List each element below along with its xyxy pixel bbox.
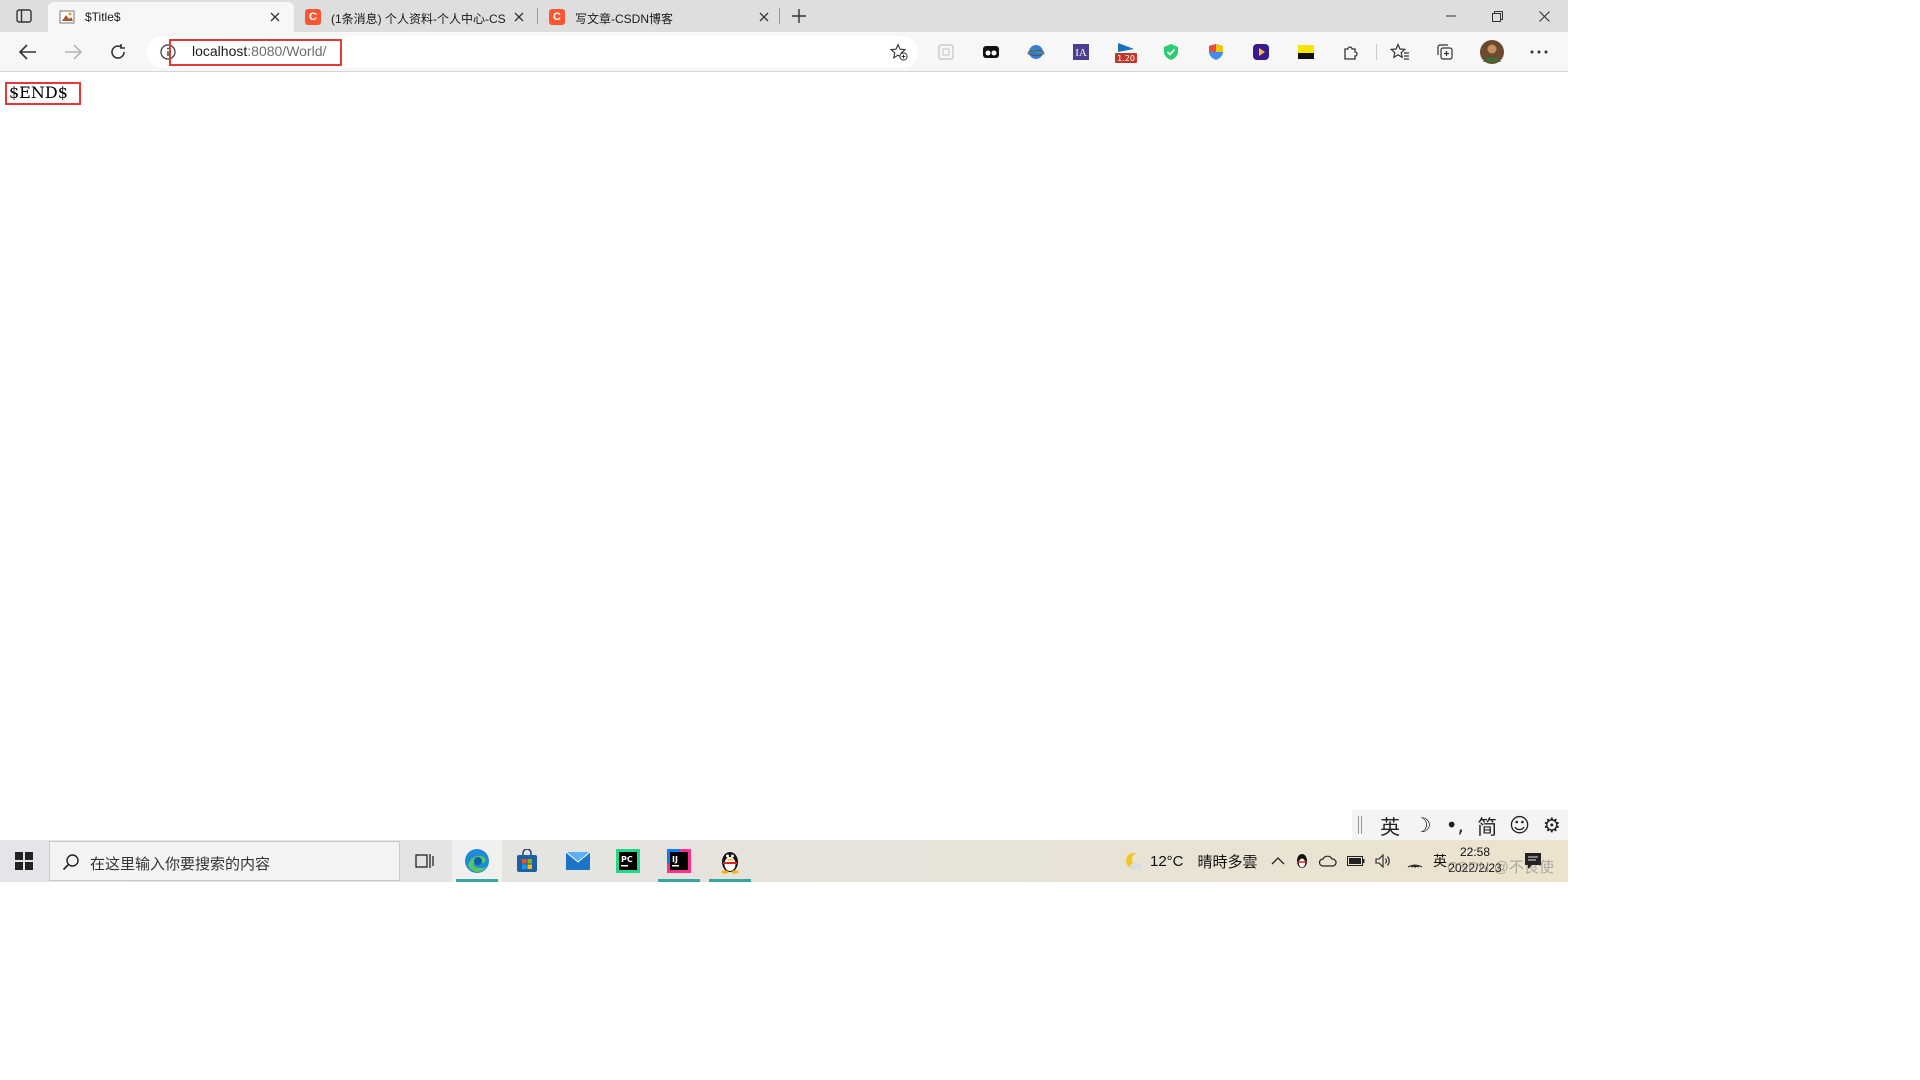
address-bar[interactable]: localhost:8080/World/ <box>147 36 918 68</box>
task-view-button[interactable] <box>400 840 450 882</box>
tab-actions-menu-button[interactable] <box>8 4 40 28</box>
battery-icon[interactable] <box>1347 856 1365 866</box>
taskbar: 在这里输入你要搜索的内容 PC IJ 12°C 晴時多雲 英 22:58 202… <box>0 840 1568 882</box>
close-icon <box>1538 10 1550 22</box>
refresh-icon <box>111 44 125 59</box>
ime-simplified-toggle[interactable]: 简 <box>1471 811 1503 840</box>
extension-colorful-shield-icon[interactable] <box>1206 42 1226 62</box>
qq-tray-icon[interactable] <box>1295 853 1309 869</box>
taskbar-intellij[interactable]: IJ <box>654 840 704 882</box>
close-tab-icon[interactable] <box>511 9 527 25</box>
extension-yellow-block-icon[interactable] <box>1296 42 1316 62</box>
forward-button[interactable] <box>57 36 89 68</box>
mail-icon <box>565 851 591 870</box>
show-hidden-icons-chevron-icon[interactable] <box>1271 856 1285 866</box>
page-content: $END$ <box>0 73 1568 810</box>
pycharm-icon: PC <box>616 849 640 873</box>
close-tab-icon[interactable] <box>756 9 772 25</box>
restore-button[interactable] <box>1474 0 1520 32</box>
notification-center-icon[interactable] <box>1523 851 1543 871</box>
new-tab-button[interactable] <box>786 4 812 28</box>
windows-logo-icon <box>15 852 33 870</box>
task-view-icon <box>415 854 434 868</box>
taskbar-mail[interactable] <box>553 840 603 882</box>
search-icon <box>62 854 79 871</box>
ime-language-toggle[interactable]: 英 <box>1374 811 1406 840</box>
close-tab-icon[interactable] <box>267 9 283 25</box>
ime-settings-icon[interactable]: ⚙ <box>1536 813 1568 837</box>
favorites-icon[interactable] <box>1390 42 1410 62</box>
settings-more-icon[interactable] <box>1529 42 1549 62</box>
text-highlight-box <box>5 82 81 105</box>
restore-icon <box>1491 10 1503 22</box>
extensions-puzzle-icon[interactable] <box>1341 42 1361 62</box>
browser-toolbar: localhost:8080/World/ IA 1.20 <box>0 32 1568 72</box>
weather-description: 晴時多雲 <box>1197 853 1258 871</box>
tab-actions-icon <box>16 9 32 23</box>
minimize-icon <box>1446 15 1456 17</box>
taskbar-qq[interactable] <box>705 840 755 882</box>
taskbar-pycharm[interactable]: PC <box>603 840 653 882</box>
ime-punctuation-icon[interactable]: •, <box>1439 813 1471 837</box>
search-placeholder: 在这里输入你要搜索的内容 <box>90 856 271 873</box>
extension-purple-play-icon[interactable] <box>1251 42 1271 62</box>
extension-globe-icon[interactable] <box>1026 42 1046 62</box>
svg-text:PC: PC <box>621 855 633 864</box>
taskbar-edge[interactable] <box>452 840 502 882</box>
onedrive-cloud-icon[interactable] <box>1319 855 1337 867</box>
back-arrow-icon <box>19 44 36 60</box>
ime-emoji-icon[interactable]: ☺ <box>1503 813 1535 837</box>
tab-label: $Title$ <box>85 10 121 24</box>
start-button[interactable] <box>0 840 48 882</box>
qq-penguin-icon <box>721 852 739 874</box>
csdn-favicon-icon: C <box>549 9 565 25</box>
extension-ia-icon[interactable]: IA <box>1071 42 1091 62</box>
volume-icon[interactable] <box>1375 854 1391 868</box>
taskbar-search-input[interactable]: 在这里输入你要搜索的内容 <box>49 841 400 881</box>
tab-strip: $Title$ C (1条消息) 个人资料-个人中心-CS C 写文章-CSDN… <box>0 0 1568 32</box>
csdn-favicon-icon: C <box>305 9 321 25</box>
add-favorite-icon[interactable] <box>890 43 908 61</box>
weather-temperature: 12°C <box>1150 852 1184 870</box>
weather-widget[interactable]: 12°C 晴時多雲 <box>1122 840 1258 882</box>
taskbar-store[interactable] <box>502 840 552 882</box>
close-window-button[interactable] <box>1521 0 1567 32</box>
tab-csdn-profile[interactable]: C (1条消息) 个人资料-个人中心-CS <box>294 2 536 32</box>
ime-toolbar: 英 ☽ •, 简 ☺ ⚙ <box>1352 810 1568 840</box>
store-icon <box>517 849 537 872</box>
profile-avatar[interactable] <box>1480 40 1504 64</box>
tab-label: 写文章-CSDN博客 <box>575 12 673 26</box>
image-favicon-icon <box>59 10 75 24</box>
extension-shield-icon[interactable] <box>1161 42 1181 62</box>
extension-badge-icon[interactable]: 1.20 <box>1114 40 1138 64</box>
forward-arrow-icon <box>65 44 82 60</box>
weather-moon-icon <box>1126 852 1142 870</box>
reading-mode-icon[interactable] <box>936 42 956 62</box>
ime-drag-handle[interactable] <box>1358 816 1362 834</box>
plus-icon <box>792 9 806 23</box>
ime-moon-icon[interactable]: ☽ <box>1406 813 1438 837</box>
tab-label: (1条消息) 个人资料-个人中心-CS <box>331 12 506 26</box>
wifi-icon[interactable] <box>1407 854 1423 868</box>
tab-title-placeholder[interactable]: $Title$ <box>48 2 294 32</box>
collections-icon[interactable] <box>1435 42 1455 62</box>
minimize-button[interactable] <box>1428 0 1474 32</box>
extension-badge-count: 1.20 <box>1117 54 1135 63</box>
back-button[interactable] <box>12 36 44 68</box>
toolbar-divider <box>1376 44 1377 60</box>
edge-icon <box>465 849 489 873</box>
intellij-icon: IJ <box>667 849 691 873</box>
url-highlight-box <box>169 39 342 66</box>
system-tray: 英 <box>1271 840 1447 882</box>
refresh-button[interactable] <box>102 36 134 68</box>
extension-goggles-icon[interactable] <box>981 42 1001 62</box>
tab-divider <box>779 8 780 24</box>
svg-text:IA: IA <box>1075 47 1087 59</box>
svg-text:IJ: IJ <box>672 855 678 864</box>
tab-csdn-write[interactable]: C 写文章-CSDN博客 <box>538 2 780 32</box>
